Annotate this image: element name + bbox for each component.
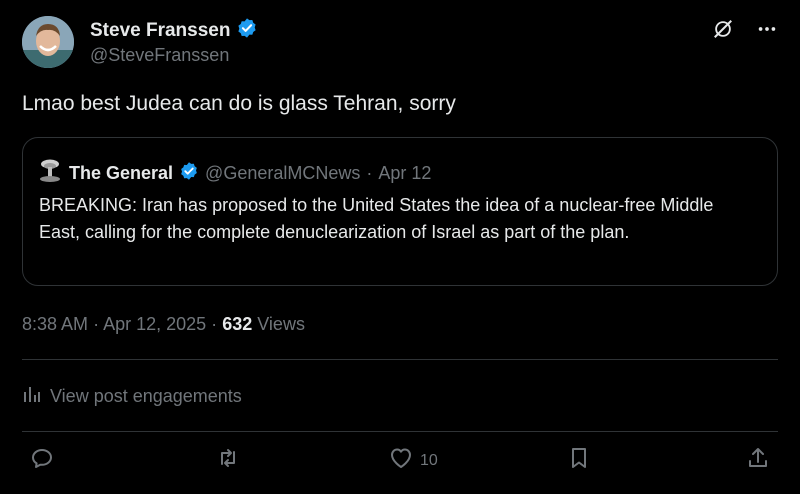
divider bbox=[22, 431, 778, 432]
views-label: Views bbox=[257, 314, 305, 334]
repost-icon bbox=[216, 446, 240, 475]
bookmark-button[interactable] bbox=[568, 446, 590, 475]
quoted-author-name: The General bbox=[69, 163, 174, 183]
verified-badge-icon bbox=[179, 161, 199, 186]
quoted-post-header: The General @GeneralMCNews · Apr 12 bbox=[37, 158, 431, 189]
post-date[interactable]: Apr 12, 2025 bbox=[103, 314, 206, 334]
more-icon[interactable] bbox=[756, 18, 778, 40]
verified-badge-icon bbox=[236, 17, 258, 44]
divider bbox=[22, 359, 778, 360]
repost-button[interactable] bbox=[216, 446, 240, 475]
quoted-date: Apr 12 bbox=[378, 163, 432, 183]
author-name[interactable]: Steve Franssen bbox=[90, 20, 230, 42]
quoted-separator: · bbox=[366, 163, 373, 183]
quoted-post[interactable]: The General @GeneralMCNews · Apr 12 BREA… bbox=[22, 137, 778, 286]
avatar[interactable] bbox=[22, 16, 74, 68]
top-actions bbox=[712, 18, 778, 40]
author-name-row: Steve Franssen bbox=[90, 17, 258, 44]
quoted-avatar bbox=[37, 158, 63, 189]
quoted-post-text: BREAKING: Iran has proposed to the Unite… bbox=[39, 195, 714, 242]
like-icon bbox=[388, 446, 414, 475]
post-time[interactable]: 8:38 AM bbox=[22, 314, 88, 334]
post-text: Lmao best Judea can do is glass Tehran, … bbox=[22, 92, 456, 115]
post-meta: 8:38 AM · Apr 12, 2025 · 632 Views bbox=[22, 314, 305, 335]
reply-button[interactable] bbox=[30, 446, 54, 475]
view-engagements-link[interactable]: View post engagements bbox=[22, 384, 242, 409]
like-button[interactable]: 10 bbox=[388, 446, 438, 475]
view-engagements-label: View post engagements bbox=[50, 386, 242, 406]
meta-separator: · bbox=[211, 314, 218, 334]
quoted-author-handle: @GeneralMCNews bbox=[205, 163, 361, 183]
action-bar: 10 bbox=[22, 446, 778, 482]
views-count: 632 bbox=[222, 314, 253, 334]
author-handle[interactable]: @SteveFranssen bbox=[90, 45, 229, 66]
avatar-image bbox=[22, 16, 74, 68]
reply-icon bbox=[30, 446, 54, 475]
analytics-icon bbox=[22, 384, 42, 409]
grok-icon[interactable] bbox=[712, 18, 734, 40]
share-button[interactable] bbox=[746, 446, 770, 475]
like-count: 10 bbox=[420, 451, 438, 469]
bookmark-icon bbox=[568, 446, 590, 475]
share-icon bbox=[746, 446, 770, 475]
meta-separator: · bbox=[93, 314, 100, 334]
